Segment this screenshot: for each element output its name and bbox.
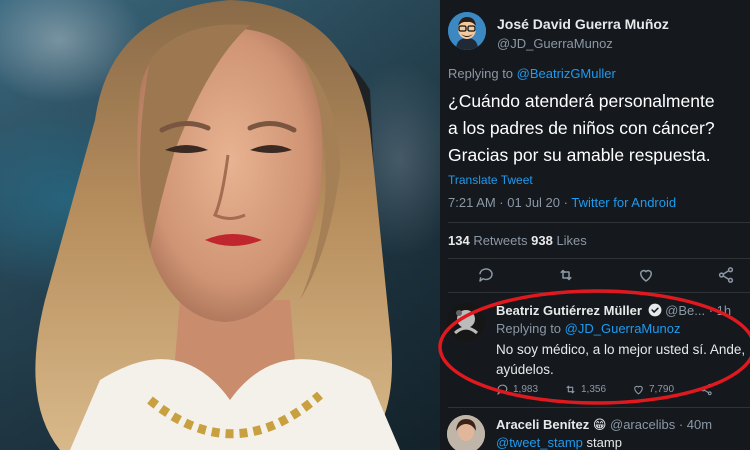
tweet-text-line: ¿Cuándo atenderá personalmente [448, 91, 715, 111]
reply-replying-label: Replying to [496, 321, 565, 336]
third-text: @tweet_stamp stamp [496, 435, 622, 450]
tweet-text-line: a los padres de niños con cáncer? [448, 118, 715, 138]
reply-text-line: ayúdelos. [496, 362, 554, 377]
reply-reply-count: 1,983 [513, 384, 539, 395]
replying-label: Replying to [448, 66, 517, 81]
author-handle[interactable]: @JD_GuerraMunoz [497, 36, 613, 51]
tweet-timestamp[interactable]: 7:21 AM · 01 Jul 20 · [448, 195, 571, 210]
likes-label[interactable]: Likes [553, 233, 586, 248]
reply-time[interactable]: · 1h [705, 303, 731, 318]
third-author-name[interactable]: Araceli Benítez [496, 417, 589, 432]
dark-avatar-icon [447, 303, 485, 341]
third-text-body: stamp [582, 435, 622, 450]
third-author-handle[interactable]: @aracelibs [606, 417, 675, 432]
tweet-text-line: Gracias por su amable respuesta. [448, 145, 711, 165]
share-icon [718, 267, 734, 283]
reply-actions: 1,983 1,356 7,790 [496, 383, 746, 399]
divider [448, 407, 750, 408]
like-icon [639, 269, 653, 282]
tweet-panel: José David Guerra Muñoz @JD_GuerraMunoz … [440, 0, 750, 450]
translate-tweet-link[interactable]: Translate Tweet [448, 173, 533, 187]
reply-retweet-count: 1,356 [581, 384, 607, 395]
reply-replying-to: Replying to @JD_GuerraMunoz [496, 321, 680, 336]
reply-like-button[interactable]: 7,790 [632, 383, 674, 396]
reply-replying-handle-link[interactable]: @JD_GuerraMunoz [565, 321, 681, 336]
reply-author-avatar[interactable] [447, 303, 485, 341]
retweet-button[interactable] [556, 265, 576, 285]
verified-icon [648, 303, 661, 317]
retweet-icon [560, 269, 572, 281]
author-avatar[interactable] [448, 12, 486, 50]
like-icon [634, 385, 643, 395]
third-mention-link[interactable]: @tweet_stamp [496, 435, 583, 450]
share-icon [701, 383, 712, 396]
share-button[interactable] [716, 265, 736, 285]
third-header: Araceli Benítez 😁 @aracelibs · 40m [496, 417, 712, 433]
cartoon-avatar-icon [448, 12, 486, 50]
retweet-icon [566, 385, 575, 394]
retweet-count[interactable]: 134 [448, 233, 470, 248]
reply-share-button[interactable] [700, 383, 713, 396]
tweet-stats: 134 Retweets 938 Likes [448, 233, 587, 248]
third-time[interactable]: · 40m [675, 417, 712, 432]
reply-icon [497, 384, 508, 396]
reply-icon [479, 268, 493, 282]
divider [448, 222, 750, 223]
reply-text-line: No soy médico, a lo mejor usted sí. Ande… [496, 342, 746, 357]
retweets-label[interactable]: Retweets [470, 233, 531, 248]
reply-header: Beatriz Gutiérrez Müller @Be... · 1h [496, 303, 731, 318]
reply-text: No soy médico, a lo mejor usted sí. Ande… [496, 340, 748, 380]
author-name[interactable]: José David Guerra Muñoz [497, 16, 669, 32]
reply-button[interactable] [476, 265, 496, 285]
tweet-text: ¿Cuándo atenderá personalmente a los pad… [448, 88, 748, 169]
photo-panel [0, 0, 440, 450]
replying-handle-link[interactable]: @BeatrizGMuller [517, 66, 616, 81]
reply-like-count: 7,790 [649, 384, 675, 395]
portrait-avatar-icon [447, 415, 485, 450]
reply-reply-button[interactable]: 1,983 [496, 383, 538, 396]
third-author-avatar[interactable] [447, 415, 485, 450]
reply-author-handle[interactable]: @Be... [662, 303, 705, 318]
tweet-client[interactable]: Twitter for Android [571, 195, 676, 210]
divider [448, 258, 750, 259]
grin-emoji-icon: 😁 [592, 417, 607, 432]
replying-to: Replying to @BeatrizGMuller [448, 66, 616, 81]
like-button[interactable] [636, 265, 656, 285]
divider [448, 292, 750, 293]
reply-retweet-button[interactable]: 1,356 [564, 383, 606, 396]
tweet-actions [448, 265, 748, 285]
tweet-meta: 7:21 AM · 01 Jul 20 · Twitter for Androi… [448, 195, 676, 210]
reply-author-name[interactable]: Beatriz Gutiérrez Müller [496, 303, 642, 318]
like-count[interactable]: 938 [531, 233, 553, 248]
portrait-image [0, 0, 440, 450]
